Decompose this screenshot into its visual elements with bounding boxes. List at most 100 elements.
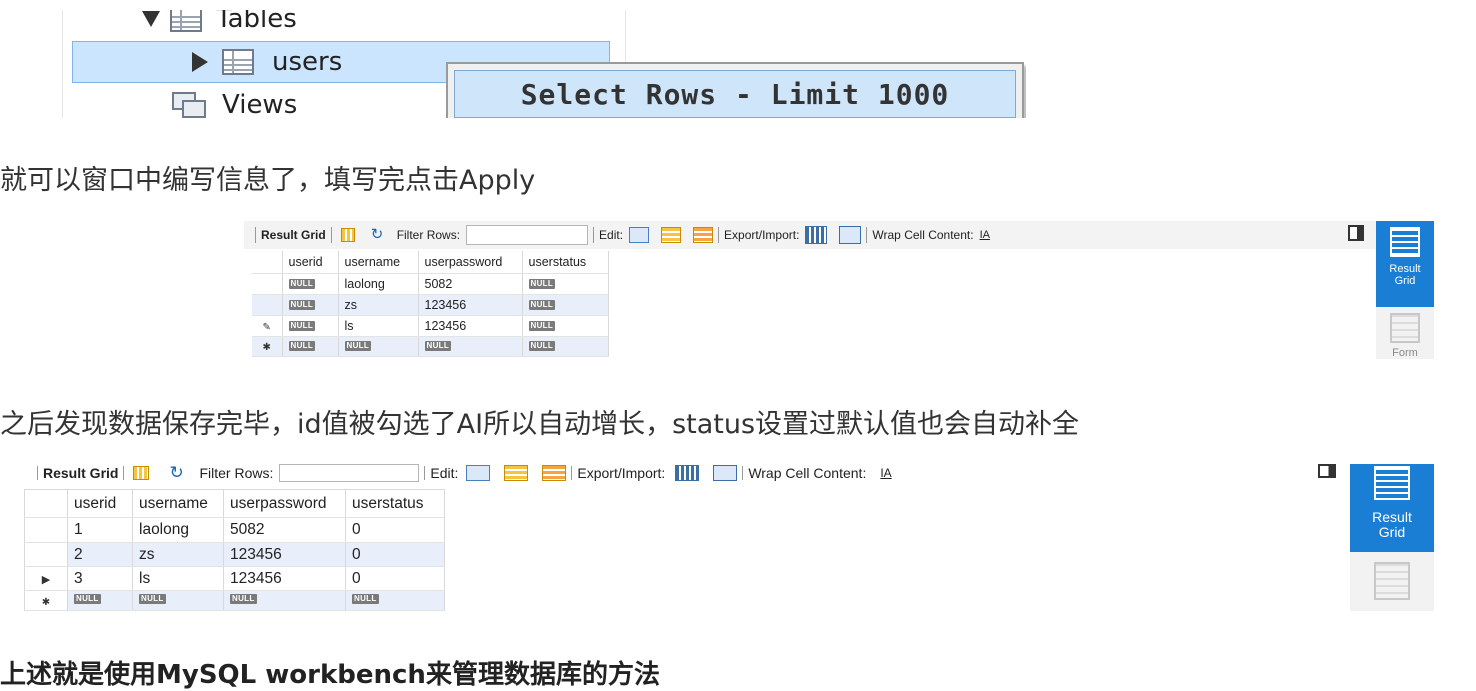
grid-view-icon[interactable] (133, 466, 150, 480)
result-grid-side-line2: Grid (1378, 524, 1406, 540)
insert-row-icon[interactable] (661, 227, 682, 243)
table-cell[interactable]: laolong (338, 273, 419, 295)
table-cell[interactable]: 0 (345, 517, 445, 543)
row-header[interactable] (24, 542, 68, 567)
table-cell[interactable]: NULL (522, 273, 609, 295)
null-badge: NULL (424, 341, 452, 351)
column-header[interactable]: username (338, 251, 419, 274)
result-grid-side-button[interactable]: Result Grid (1376, 221, 1434, 307)
table-cell[interactable]: NULL (282, 336, 339, 357)
edit-row-icon[interactable] (466, 465, 491, 481)
wrap-cell-icon[interactable]: IA (980, 229, 990, 241)
tree-node-users[interactable]: users (192, 41, 342, 83)
row-header[interactable] (252, 294, 283, 316)
table-cell[interactable]: 2 (67, 542, 133, 567)
filter-rows-label: Filter Rows: (396, 228, 461, 242)
table-cell[interactable]: NULL (282, 273, 339, 295)
row-header[interactable]: ✱ (24, 590, 68, 611)
filter-rows-label: Filter Rows: (199, 465, 274, 481)
tree-node-views[interactable]: Views (172, 84, 297, 118)
table-cell[interactable]: NULL (522, 294, 609, 316)
table-cell[interactable]: 5082 (418, 273, 523, 295)
row-header-corner (252, 251, 283, 274)
filter-rows-input[interactable] (279, 464, 420, 482)
table-cell[interactable]: NULL (282, 294, 339, 316)
row-header[interactable]: ✱ (252, 336, 283, 357)
table-cell[interactable]: 123456 (418, 294, 523, 316)
menu-item-select-rows[interactable]: Select Rows - Limit 1000 (454, 70, 1016, 118)
column-header[interactable]: userstatus (522, 251, 609, 274)
table-row[interactable]: 2 zs 123456 0 (24, 542, 445, 567)
table-cell[interactable]: NULL (522, 315, 609, 337)
table-cell[interactable]: 1 (67, 517, 133, 543)
table-cell[interactable]: NULL (522, 336, 609, 357)
insert-row-icon[interactable] (504, 465, 529, 481)
row-header[interactable] (24, 517, 68, 543)
expand-down-icon[interactable] (142, 11, 160, 27)
import-icon[interactable] (839, 226, 862, 244)
table-cell[interactable]: NULL (338, 336, 419, 357)
null-badge: NULL (288, 299, 316, 310)
table-cell[interactable]: 3 (67, 566, 133, 591)
table-cell[interactable]: zs (132, 542, 224, 567)
table-cell[interactable]: 0 (345, 566, 445, 591)
grid-view-icon[interactable] (340, 228, 355, 242)
table-cell[interactable]: 123456 (418, 315, 523, 337)
table-row[interactable]: ✱ NULL NULL NULL NULL (24, 590, 445, 611)
form-editor-side-button[interactable] (1350, 552, 1434, 611)
table-cell[interactable]: laolong (132, 517, 224, 543)
column-header[interactable]: userid (282, 251, 339, 274)
table-cell[interactable]: NULL (132, 590, 224, 611)
edit-row-icon[interactable] (629, 227, 650, 243)
table-cell[interactable]: 123456 (223, 566, 346, 591)
filter-rows-input[interactable] (466, 225, 589, 245)
column-header[interactable]: userid (67, 489, 133, 518)
table-cell[interactable]: NULL (345, 590, 445, 611)
column-header[interactable]: userstatus (345, 489, 445, 518)
table-cell[interactable]: NULL (282, 315, 339, 337)
delete-row-icon[interactable] (693, 227, 714, 243)
table-cell[interactable]: NULL (223, 590, 346, 611)
table-row[interactable]: NULL laolong 5082 NULL (252, 273, 609, 295)
column-header[interactable]: userpassword (223, 489, 346, 518)
refresh-icon[interactable]: ↻ (371, 227, 389, 242)
current-row-arrow-icon: ▶ (41, 573, 51, 586)
sidebar-toggle-icon[interactable] (1348, 225, 1364, 241)
row-header[interactable]: ▶ (24, 566, 68, 591)
export-icon[interactable] (675, 465, 700, 481)
column-header[interactable]: username (132, 489, 224, 518)
form-side-label: Form (1392, 347, 1418, 359)
tree-node-tables[interactable]: Tables (142, 10, 297, 40)
table-cell[interactable]: ls (338, 315, 419, 337)
table-cell[interactable]: ls (132, 566, 224, 591)
table-row[interactable]: ▶ 3 ls 123456 0 (24, 566, 445, 591)
table-cell[interactable]: NULL (67, 590, 133, 611)
table-cell[interactable]: 123456 (223, 542, 346, 567)
tree-node-views-label: Views (222, 90, 298, 118)
sidebar-toggle-icon[interactable] (1318, 464, 1336, 478)
row-header[interactable]: ✎ (252, 315, 283, 337)
result-grid-tab[interactable]: Result Grid (43, 465, 118, 481)
table-cell[interactable]: 5082 (223, 517, 346, 543)
column-header[interactable]: userpassword (418, 251, 523, 274)
table-cell[interactable]: NULL (418, 336, 523, 357)
new-row-icon: ✱ (262, 342, 271, 353)
table-row[interactable]: ✱ NULL NULL NULL NULL (252, 336, 609, 357)
table-cell[interactable]: 0 (345, 542, 445, 567)
result-grid-tab[interactable]: Result Grid (261, 228, 326, 242)
expand-right-icon[interactable] (192, 52, 208, 72)
table-cell[interactable]: zs (338, 294, 419, 316)
form-editor-side-button[interactable]: Form (1376, 307, 1434, 359)
import-icon[interactable] (713, 465, 738, 481)
delete-row-icon[interactable] (542, 465, 567, 481)
refresh-icon[interactable]: ↻ (169, 464, 189, 481)
table-row[interactable]: 1 laolong 5082 0 (24, 517, 445, 543)
result-grid-side-button[interactable]: Result Grid (1350, 464, 1434, 552)
row-header[interactable] (252, 273, 283, 295)
table-row[interactable]: NULL zs 123456 NULL (252, 294, 609, 316)
wrap-cell-icon[interactable]: IA (880, 466, 891, 480)
export-icon[interactable] (805, 226, 828, 244)
result-grid-side-line2: Grid (1394, 275, 1416, 287)
form-editor-icon (1390, 313, 1420, 343)
table-row[interactable]: ✎ NULL ls 123456 NULL (252, 315, 609, 337)
